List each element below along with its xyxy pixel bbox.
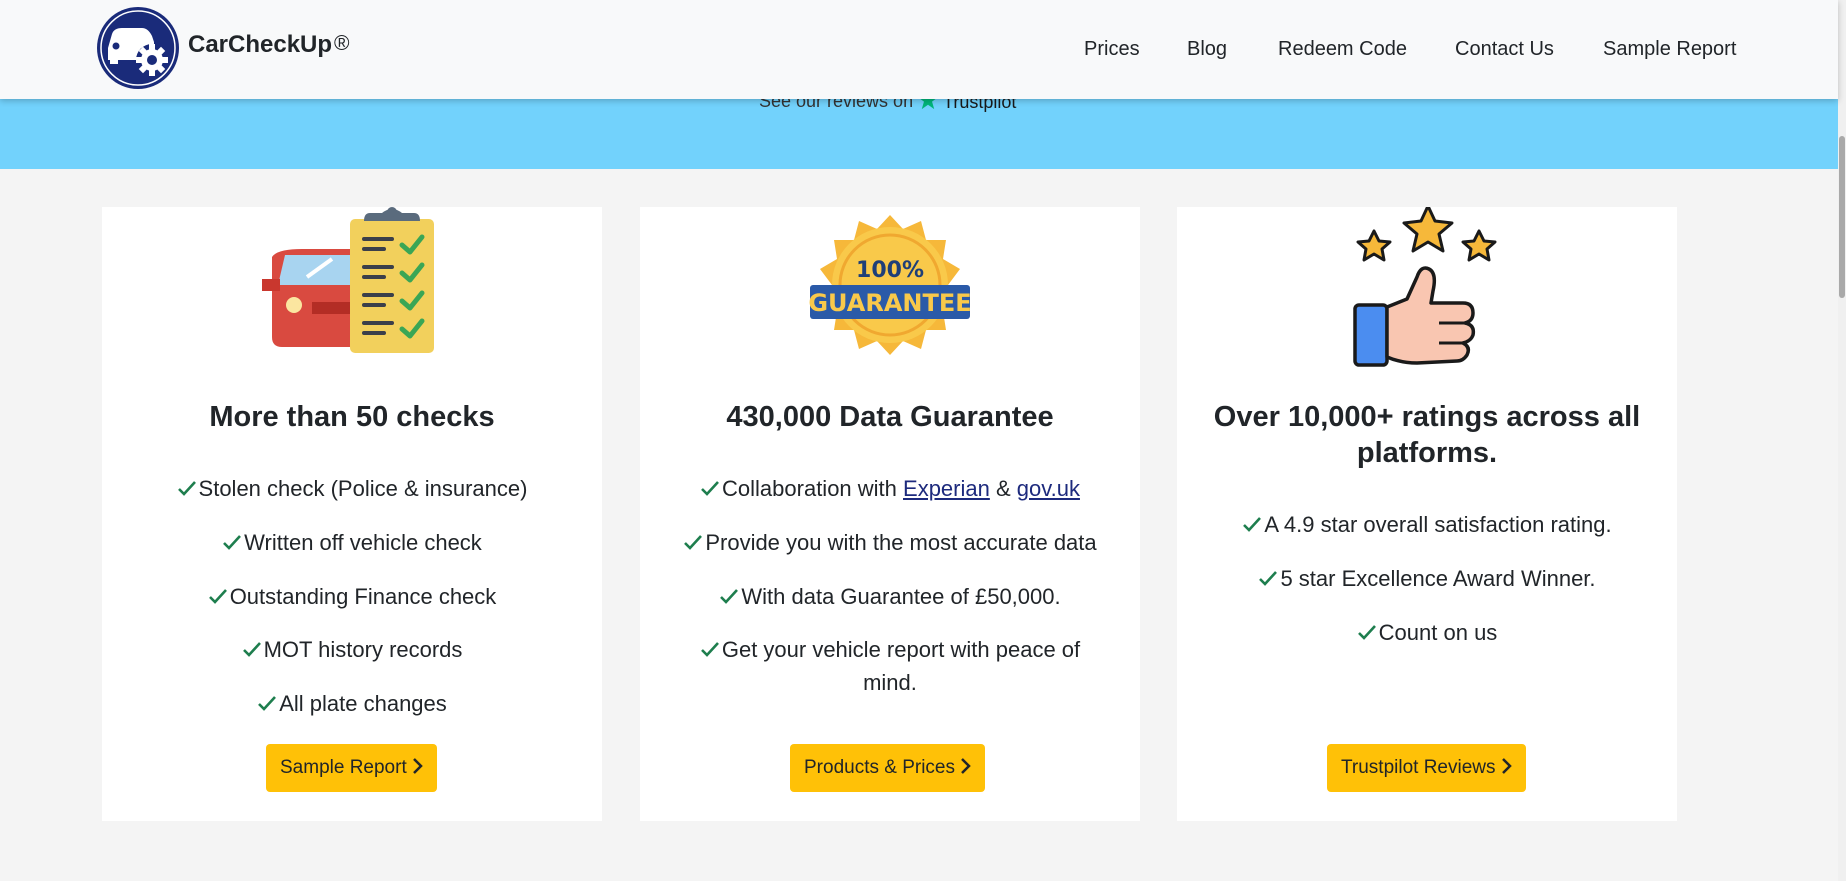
badge-bottom-text: GUARANTEE: [808, 289, 971, 317]
feature-item: Provide you with the most accurate data: [650, 526, 1130, 559]
chevron-right-icon: [1501, 758, 1512, 774]
experian-link[interactable]: Experian: [903, 476, 990, 501]
registered-mark: ®: [334, 32, 350, 55]
trustpilot-reviews-button[interactable]: Trustpilot Reviews: [1327, 744, 1526, 792]
card-title: More than 50 checks: [209, 401, 495, 433]
card-title: Over 10,000+ ratings across all: [1213, 401, 1641, 433]
feature-item: Stolen check (Police & insurance): [112, 472, 592, 505]
car-checklist-icon: [262, 207, 434, 353]
card-title: 430,000 Data Guarantee: [726, 401, 1054, 433]
feature-item: Written off vehicle check: [112, 526, 592, 559]
gov-uk-link[interactable]: gov.uk: [1017, 476, 1080, 501]
check-icon: [1243, 517, 1262, 532]
nav-sample-report[interactable]: Sample Report: [1603, 38, 1736, 61]
check-icon: [1259, 571, 1278, 586]
guarantee-badge-icon: 100% GUARANTEE: [808, 215, 972, 355]
badge-top-text: 100%: [856, 258, 924, 283]
feature-item: 5 star Excellence Award Winner.: [1187, 562, 1667, 595]
products-prices-button[interactable]: Products & Prices: [790, 744, 985, 792]
check-icon: [701, 481, 719, 496]
check-icon: [720, 589, 739, 604]
chevron-right-icon: [961, 758, 971, 774]
feature-item: Collaboration with Experian & gov.uk: [650, 472, 1130, 505]
logo-icon[interactable]: [96, 6, 180, 90]
check-icon: [242, 642, 261, 657]
check-icon: [223, 535, 242, 550]
feature-item: Outstanding Finance check: [112, 580, 592, 613]
feature-item: Get your vehicle report with peace of: [650, 633, 1130, 666]
check-icon: [700, 642, 719, 657]
thumbs-up-stars-icon: [1353, 207, 1497, 367]
feature-item: With data Guarantee of £50,000.: [650, 580, 1130, 613]
nav-blog[interactable]: Blog: [1187, 38, 1227, 61]
feature-item: Count on us: [1187, 616, 1667, 649]
feature-item-continued: mind.: [863, 670, 917, 695]
check-icon: [258, 696, 277, 711]
guarantee-card: 100% GUARANTEE 430,000 Data Guarantee Co…: [640, 207, 1140, 821]
sample-report-button[interactable]: Sample Report: [266, 744, 437, 792]
scrollbar-track[interactable]: [1838, 0, 1846, 881]
brand-name[interactable]: CarCheckUp: [188, 31, 332, 59]
check-icon: [177, 481, 196, 496]
nav-contact-us[interactable]: Contact Us: [1455, 38, 1554, 61]
scrollbar-thumb[interactable]: [1839, 136, 1845, 298]
feature-item: A 4.9 star overall satisfaction rating.: [1187, 508, 1667, 541]
feature-item: All plate changes: [112, 687, 592, 720]
feature-item: MOT history records: [112, 633, 592, 666]
check-icon: [684, 535, 703, 550]
check-icon: [208, 589, 227, 604]
card-title-continued: platforms.: [1356, 437, 1498, 469]
nav-redeem-code[interactable]: Redeem Code: [1278, 38, 1407, 61]
nav-prices[interactable]: Prices: [1084, 38, 1140, 61]
site-header: CarCheckUp ® Prices Blog Redeem Code Con…: [0, 0, 1838, 99]
checks-card: More than 50 checks Stolen check (Police…: [102, 207, 602, 821]
check-icon: [1357, 625, 1376, 640]
ratings-card: Over 10,000+ ratings across all platform…: [1177, 207, 1677, 821]
chevron-right-icon: [412, 758, 423, 774]
